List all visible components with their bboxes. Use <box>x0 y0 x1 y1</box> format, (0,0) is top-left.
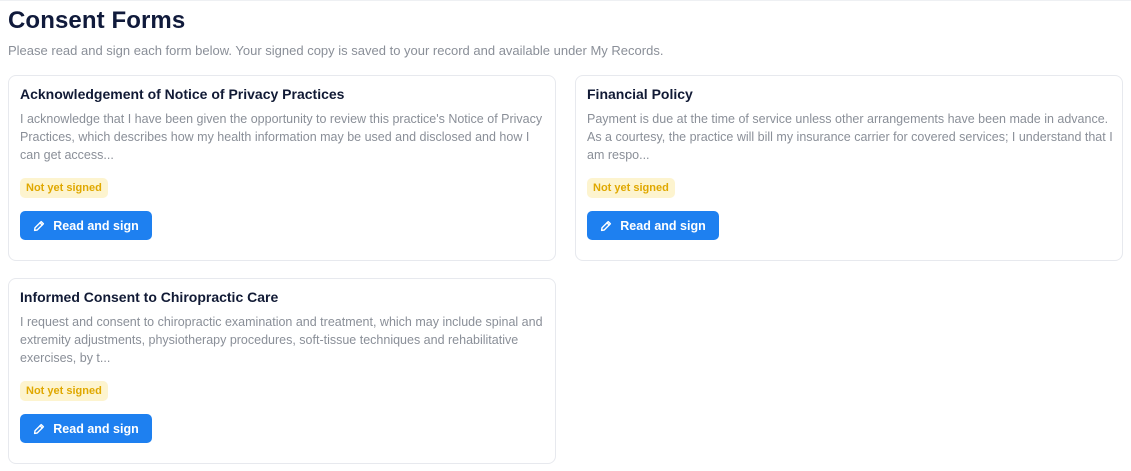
pen-icon <box>33 423 45 435</box>
read-and-sign-button[interactable]: Read and sign <box>587 211 719 240</box>
read-and-sign-button[interactable]: Read and sign <box>20 414 152 443</box>
status-badge: Not yet signed <box>20 381 108 401</box>
form-description: Payment is due at the time of service un… <box>587 112 1113 162</box>
form-title: Financial Policy <box>587 86 693 102</box>
form-description: I acknowledge that I have been given the… <box>20 112 543 162</box>
read-and-sign-button[interactable]: Read and sign <box>20 211 152 240</box>
status-badge: Not yet signed <box>20 178 108 198</box>
pen-icon <box>33 220 45 232</box>
page-subtitle: Please read and sign each form below. Yo… <box>8 43 664 58</box>
form-description: I request and consent to chiropractic ex… <box>20 315 543 365</box>
consent-forms-page: Consent Forms Please read and sign each … <box>0 0 1131 471</box>
form-title: Acknowledgement of Notice of Privacy Pra… <box>20 86 345 102</box>
button-label: Read and sign <box>620 218 706 233</box>
form-card-privacy-practices: Acknowledgement of Notice of Privacy Pra… <box>8 75 556 261</box>
form-card-chiropractic-consent: Informed Consent to Chiropractic Care I … <box>8 278 556 464</box>
page-title: Consent Forms <box>8 7 186 34</box>
pen-icon <box>600 220 612 232</box>
form-card-financial-policy: Financial Policy Payment is due at the t… <box>575 75 1123 261</box>
button-label: Read and sign <box>53 421 139 436</box>
status-badge: Not yet signed <box>587 178 675 198</box>
button-label: Read and sign <box>53 218 139 233</box>
form-title: Informed Consent to Chiropractic Care <box>20 289 279 305</box>
